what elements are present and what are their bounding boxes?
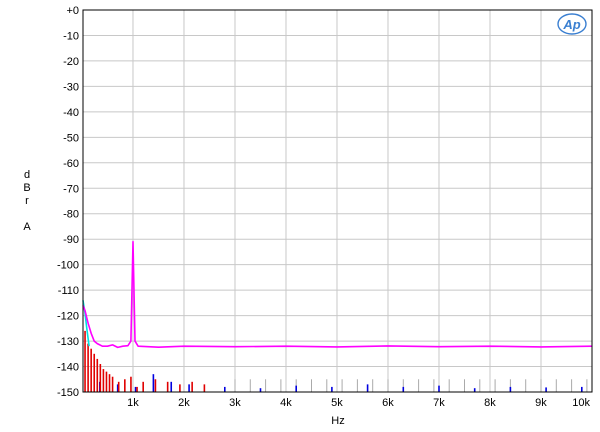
y-axis-label-char: A — [23, 221, 31, 233]
ap-logo-text: Ap — [562, 17, 580, 32]
plot-frame — [82, 9, 593, 393]
y-tick-label: -40 — [63, 107, 79, 119]
y-tick-label: -100 — [57, 260, 79, 272]
y-tick-label: -60 — [63, 158, 79, 170]
x-tick-label: 5k — [331, 397, 343, 409]
y-tick-label: +0 — [66, 5, 79, 17]
y-tick-label: -120 — [57, 311, 79, 323]
x-tick-label: 9k — [535, 397, 547, 409]
y-tick-label: -30 — [63, 81, 79, 93]
y-axis-label-char: B — [23, 182, 30, 194]
ap-logo: Ap — [557, 13, 587, 35]
x-tick-label: 4k — [280, 397, 292, 409]
x-tick-labels: 1k 2k 3k 4k 5k 6k 7k 8k 9k 10k — [127, 397, 590, 409]
y-tick-label: -110 — [58, 285, 79, 297]
y-tick-label: -130 — [57, 336, 79, 348]
y-axis-label-char: d — [24, 169, 30, 181]
y-tick-label: -10 — [63, 30, 79, 42]
y-tick-label: -140 — [57, 362, 79, 374]
x-tick-label: 1k — [127, 397, 139, 409]
x-tick-label: 2k — [178, 397, 190, 409]
y-tick-label: -20 — [63, 56, 79, 68]
x-tick-label: 6k — [382, 397, 394, 409]
y-axis-label: dBr A — [23, 169, 31, 233]
x-tick-label: 3k — [229, 397, 241, 409]
y-tick-labels: +0 -10 -20 -30 -40 -50 -60 -70 -80 -90 -100 -110 -12… — [57, 5, 79, 399]
y-tick-label: -90 — [63, 234, 79, 246]
x-tick-label: 8k — [484, 397, 496, 409]
grid — [83, 9, 593, 393]
y-tick-label: -80 — [63, 209, 79, 221]
x-tick-label: 7k — [433, 397, 445, 409]
y-tick-label: -70 — [63, 183, 79, 195]
x-axis-label: Hz — [331, 415, 344, 427]
spectrum-chart: +0 -10 -20 -30 -40 -50 -60 -70 -80 -90 -100 -110 -12… — [23, 5, 593, 427]
x-tick-label: 10k — [572, 397, 590, 409]
series-line — [82, 240, 593, 349]
y-axis-label-char: r — [25, 195, 29, 207]
y-tick-label: -50 — [63, 132, 79, 144]
y-tick-label: -150 — [57, 387, 79, 399]
